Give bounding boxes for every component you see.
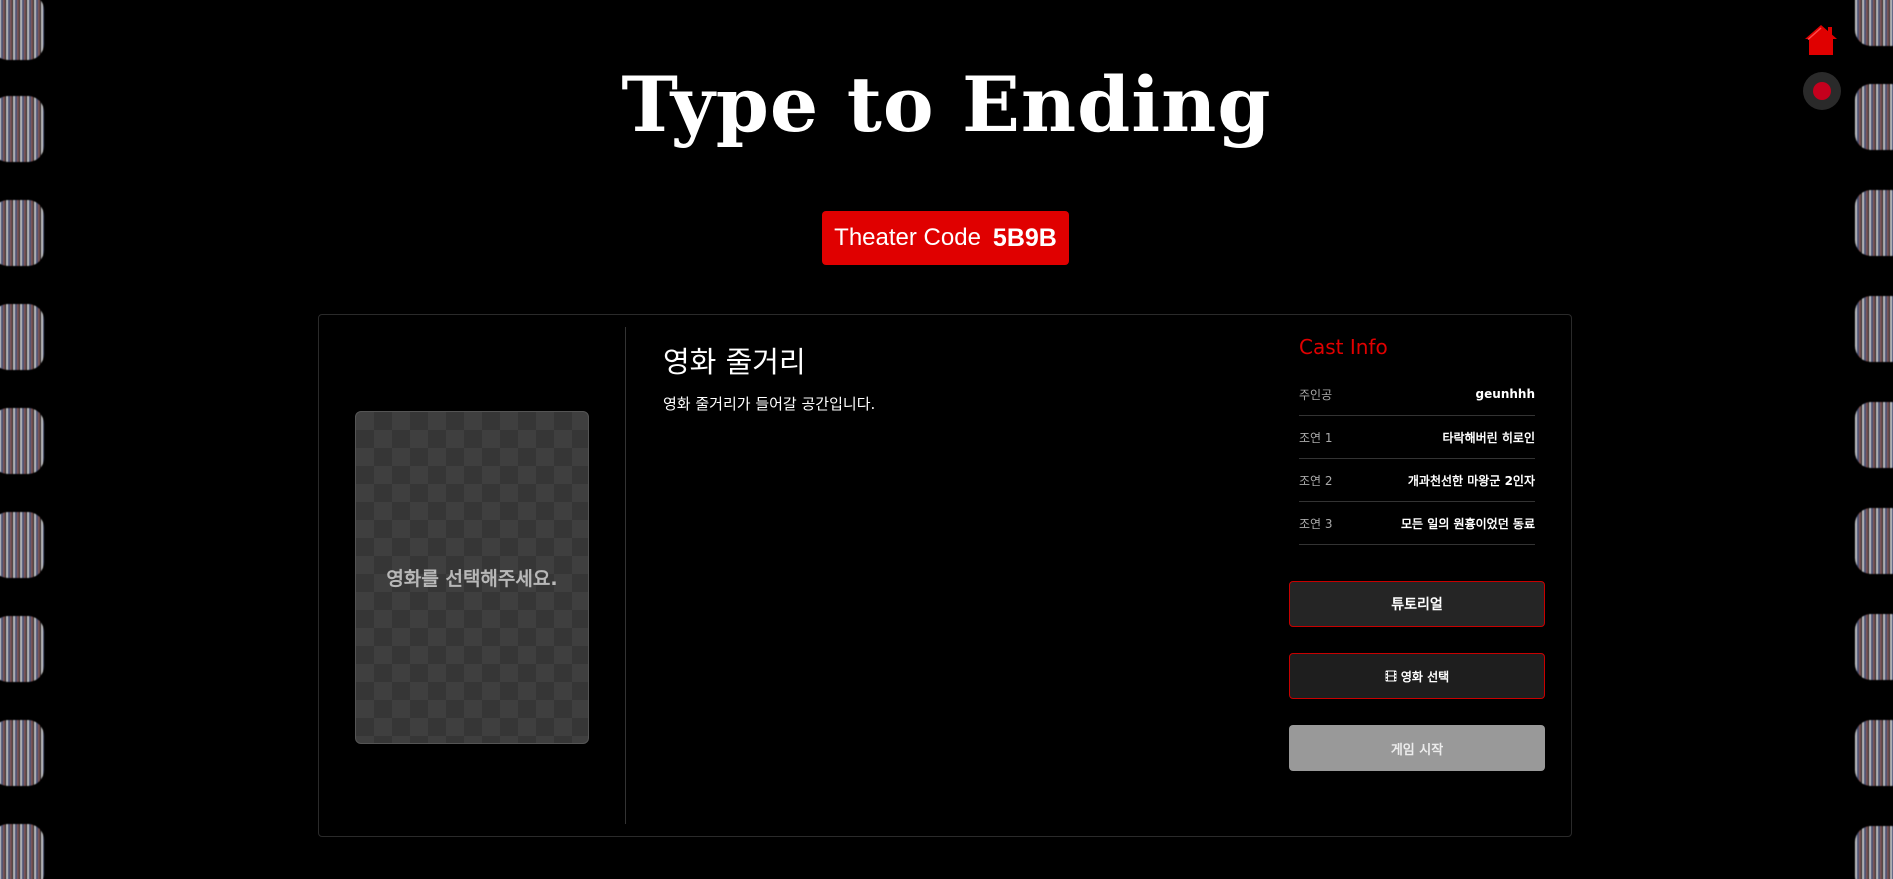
- panel-divider: [625, 327, 626, 824]
- home-icon: [1805, 25, 1837, 55]
- cast-row: 조연 2 개과천선한 마왕군 2인자: [1299, 459, 1535, 502]
- start-game-button-label: 게임 시작: [1390, 742, 1444, 758]
- cast-row: 주인공 geunhhh: [1299, 373, 1535, 416]
- synopsis-title: 영화 줄거리: [663, 345, 806, 379]
- cast-name: 타락해버린 히로인: [1442, 430, 1536, 445]
- cast-name: 모든 일의 원흉이었던 동료: [1401, 516, 1535, 531]
- cast-role: 조연 3: [1299, 516, 1333, 531]
- cast-name: 개과천선한 마왕군 2인자: [1407, 473, 1535, 488]
- poster-placeholder-text: 영화를 선택해주세요.: [386, 568, 558, 590]
- cast-row: 조연 1 타락해버린 히로인: [1299, 416, 1535, 459]
- cast-role: 조연 1: [1299, 430, 1333, 445]
- film-icon: [1385, 670, 1397, 682]
- cast-name: geunhhh: [1475, 387, 1535, 401]
- select-movie-button[interactable]: 영화 선택: [1289, 653, 1545, 699]
- cast-info-title: Cast Info: [1299, 335, 1388, 359]
- tutorial-button-label: 튜토리얼: [1391, 597, 1443, 613]
- start-game-button[interactable]: 게임 시작: [1289, 725, 1545, 771]
- theater-code-badge: Theater Code 5B9B: [822, 211, 1069, 265]
- theater-code-value: 5B9B: [992, 223, 1057, 252]
- cast-info: Cast Info 주인공 geunhhh 조연 1 타락해버린 히로인 조연 …: [1299, 335, 1535, 545]
- page: Type to Ending Theater Code 5B9B 영화를 선택해…: [0, 0, 1893, 879]
- cast-role: 주인공: [1299, 387, 1333, 402]
- synopsis-body: 영화 줄거리가 들어갈 공간입니다.: [663, 395, 876, 413]
- select-movie-button-label: 영화 선택: [1400, 669, 1450, 684]
- tutorial-button[interactable]: 튜토리얼: [1289, 581, 1545, 627]
- app-title: Type to Ending: [621, 60, 1272, 149]
- movie-poster-placeholder: 영화를 선택해주세요.: [355, 411, 589, 744]
- home-button[interactable]: [1803, 22, 1839, 58]
- main-panel: 영화를 선택해주세요. 영화 줄거리 영화 줄거리가 들어갈 공간입니다. Ca…: [318, 314, 1572, 837]
- cast-role: 조연 2: [1299, 473, 1333, 488]
- theater-code-label: Theater Code: [834, 224, 981, 251]
- cast-row: 조연 3 모든 일의 원흉이었던 동료: [1299, 502, 1535, 545]
